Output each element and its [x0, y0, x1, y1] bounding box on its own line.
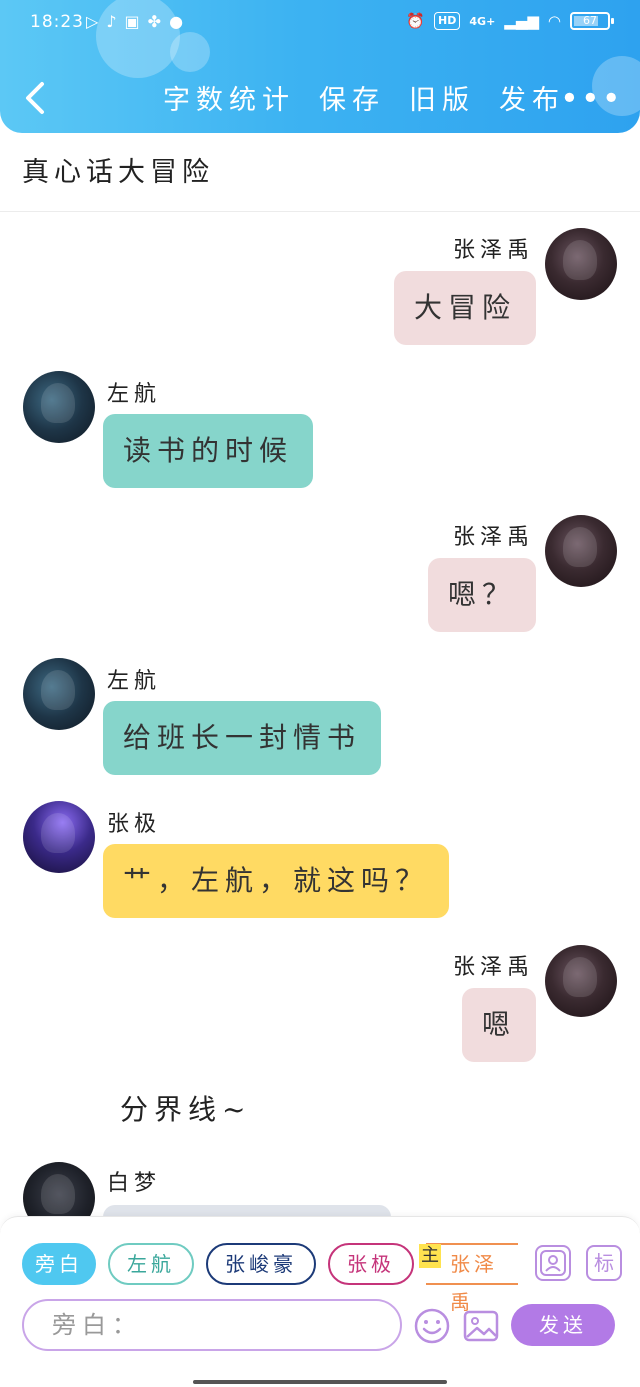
wifi-icon: ◠ [547, 12, 561, 30]
main-character-badge: 主 [419, 1244, 441, 1268]
header-actions: 字数统计 保存 旧版 发布 [163, 78, 565, 117]
character-chip-zuohang[interactable]: 左航 [108, 1243, 194, 1285]
old-version-button[interactable]: 旧版 [409, 78, 475, 117]
speaker-name: 张泽禹 [452, 955, 534, 980]
avatar[interactable] [23, 658, 95, 730]
play-icon: ▷ [86, 12, 99, 31]
section-divider-text[interactable]: 分界线~ [120, 1088, 251, 1128]
status-time: 18:23 [30, 12, 84, 32]
avatar[interactable] [23, 371, 95, 443]
signal-icon: ▂▄▆ [504, 12, 539, 30]
app-icon: ▣ [124, 12, 140, 31]
message-bubble[interactable]: 艹，左航，就这吗？ [103, 844, 450, 918]
speaker-name: 张泽禹 [452, 525, 534, 550]
emoji-button[interactable] [413, 1307, 451, 1345]
notification-icons: ▷ ♪ ▣ ✤ ● [86, 12, 183, 31]
character-chip-narrator[interactable]: 旁白 [22, 1243, 96, 1285]
avatar[interactable] [23, 801, 95, 873]
music-note-icon: ♪ [106, 12, 117, 31]
character-selector: 旁白 左航 张峻豪 张极 张泽禹 主 标 [22, 1243, 622, 1314]
role-manage-button[interactable] [535, 1245, 571, 1281]
status-bar: 18:23 ▷ ♪ ▣ ✤ ● ⏰ HD 4G+ ▂▄▆ ◠ 67 [0, 8, 640, 42]
image-icon [463, 1310, 499, 1342]
tag-button[interactable]: 标 [586, 1245, 622, 1281]
chevron-left-icon [26, 82, 44, 114]
avatar-figure [41, 813, 75, 853]
home-indicator[interactable] [193, 1380, 447, 1384]
message-bubble[interactable]: 读书的时候 [103, 414, 314, 488]
top-app-bar: 18:23 ▷ ♪ ▣ ✤ ● ⏰ HD 4G+ ▂▄▆ ◠ 67 字数统计 保… [0, 0, 640, 133]
avatar-figure [41, 670, 75, 710]
avatar[interactable] [545, 515, 617, 587]
system-icons: ⏰ HD 4G+ ▂▄▆ ◠ 67 [406, 12, 614, 30]
shield-icon: ● [169, 12, 184, 31]
network-label: 4G+ [469, 14, 496, 28]
story-title[interactable]: 真心话大冒险 [22, 150, 214, 189]
message-bubble[interactable]: 大冒险 [393, 271, 536, 345]
battery-icon: 67 [570, 12, 614, 30]
person-card-icon [540, 1250, 566, 1276]
avatar-figure [41, 1174, 75, 1214]
more-options-button[interactable]: ••• [560, 82, 623, 114]
avatar[interactable] [545, 228, 617, 300]
speaker-name: 左航 [107, 382, 162, 407]
message-bubble[interactable]: 嗯？ [427, 558, 536, 632]
avatar-figure [41, 383, 75, 423]
avatar-figure [563, 240, 597, 280]
save-button[interactable]: 保存 [319, 78, 385, 117]
battery-level: 67 [583, 14, 597, 27]
character-chip-zhangji[interactable]: 张极 [328, 1243, 414, 1285]
avatar[interactable] [545, 945, 617, 1017]
avatar-figure [563, 957, 597, 997]
message-bubble[interactable]: 给班长一封情书 [103, 701, 382, 775]
character-chip-zhangjunhao[interactable]: 张峻豪 [206, 1243, 316, 1285]
image-button[interactable] [462, 1307, 500, 1345]
word-count-button[interactable]: 字数统计 [163, 78, 295, 117]
message-bubble[interactable]: 嗯 [461, 988, 536, 1062]
send-button[interactable]: 发送 [511, 1304, 615, 1346]
publish-button[interactable]: 发布 [499, 78, 565, 117]
speaker-name: 张极 [107, 812, 162, 837]
alarm-icon: ⏰ [406, 12, 426, 30]
hd-badge: HD [434, 12, 461, 30]
speaker-name: 左航 [107, 669, 162, 694]
composer-panel: 旁白 左航 张峻豪 张极 张泽禹 主 标 发送 [0, 1216, 640, 1387]
smiley-icon [414, 1308, 450, 1344]
speaker-name: 张泽禹 [452, 238, 534, 263]
avatar-figure [563, 527, 597, 567]
title-divider [0, 211, 640, 212]
message-input[interactable] [24, 1301, 400, 1349]
message-input-box[interactable] [22, 1299, 402, 1351]
back-button[interactable] [18, 78, 54, 118]
fan-icon: ✤ [147, 12, 162, 31]
speaker-name: 白梦 [107, 1171, 162, 1196]
